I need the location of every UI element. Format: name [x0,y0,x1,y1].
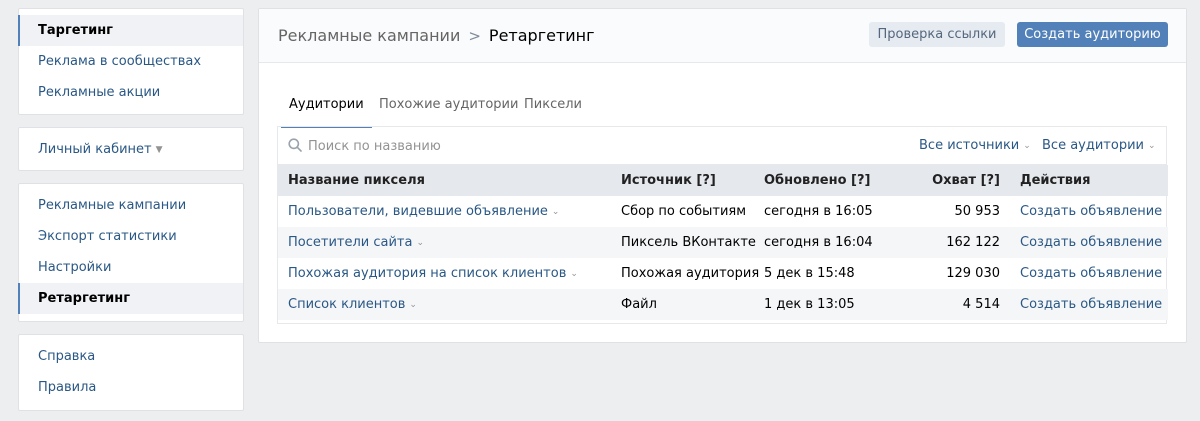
audience-name-link[interactable]: Посетители сайта [288,235,412,250]
chevron-down-icon: ⌄ [1147,141,1156,151]
audience-name-cell[interactable]: Посетители сайта ⌄ [278,227,611,258]
reach-cell: 50 953 [954,204,1001,219]
sidebar-item-targeting[interactable]: Таргетинг [18,15,243,46]
filter-bar: Все источники⌄ Все аудитории⌄ [278,127,1166,165]
create-ad-link[interactable]: Создать объявление [1020,297,1162,312]
sidebar-item-retargeting[interactable]: Ретаргетинг [18,283,243,314]
check-link-button[interactable]: Проверка ссылки [869,22,1005,47]
sidebar-item-export-stats[interactable]: Экспорт статистики [19,221,243,252]
main-panel: Рекламные кампании > Ретаргетинг Проверка … [258,8,1187,343]
reach-cell: 4 514 [894,289,1010,320]
chevron-down-icon[interactable]: ⌄ [570,269,578,279]
column-header-actions: Действия [1010,165,1168,196]
updated-cell: 5 дек в 15:48 [764,266,855,281]
sidebar: Таргетинг Реклама в сообществах Рекламны… [18,8,244,411]
create-ad-link[interactable]: Создать объявление [1020,204,1162,219]
sources-filter-label: Все источники [919,138,1020,153]
action-cell: Создать объявление [1010,289,1168,320]
sidebar-item-promotions[interactable]: Рекламные акции [19,77,243,108]
chevron-down-icon[interactable]: ⌄ [409,300,417,310]
action-cell: Создать объявление [1010,258,1168,289]
create-audience-button[interactable]: Создать аудиторию [1017,22,1168,47]
chevron-down-icon: ⌄ [1023,141,1031,151]
table-row: Пользователи, видевшие объявление ⌄ Сбор … [278,196,1168,227]
tab-pixels[interactable]: Пиксели [524,95,582,127]
breadcrumb-separator-icon: > [468,27,481,45]
audience-table-container: Все источники⌄ Все аудитории⌄ Название п… [277,126,1168,324]
audience-name-link[interactable]: Пользователи, видевшие объявление [288,204,548,219]
create-ad-link[interactable]: Создать объявление [1020,266,1162,281]
chevron-down-icon[interactable]: ⌄ [552,207,560,217]
column-header-updated[interactable]: Обновлено [?] [754,165,894,196]
breadcrumb-parent[interactable]: Рекламные кампании [278,26,460,45]
audience-name-cell[interactable]: Похожая аудитория на список клиентов ⌄ [278,258,611,289]
table-row: Список клиентов ⌄ Файл 1 дек в 13:05 4 51… [278,289,1168,320]
audience-name-link[interactable]: Похожая аудитория на список клиентов [288,266,566,281]
chevron-down-icon[interactable]: ⌄ [416,238,424,248]
reach-cell: 162 122 [894,227,1010,258]
audience-name-cell[interactable]: Пользователи, видевшие объявление ⌄ [278,196,611,227]
audiences-filter-label: Все аудитории [1042,138,1144,153]
audience-table: Название пикселя Источник [?] Обновлено … [278,165,1168,320]
table-header-row: Название пикселя Источник [?] Обновлено … [278,165,1168,196]
sidebar-item-rules[interactable]: Правила [19,372,243,403]
sidebar-section-ads: Таргетинг Реклама в сообществах Рекламны… [18,8,244,115]
table-row: Посетители сайта ⌄ Пиксель ВКонтакте сего… [278,227,1168,258]
create-ad-link[interactable]: Создать объявление [1020,235,1162,250]
sources-filter-dropdown[interactable]: Все источники ⌄ [919,138,1031,153]
audience-name-link[interactable]: Список клиентов [288,297,405,312]
sidebar-section-campaigns: Рекламные кампании Экспорт статистики На… [18,183,244,322]
search-input[interactable] [308,134,708,158]
audience-name-cell[interactable]: Список клиентов ⌄ [278,289,611,320]
search-icon [288,138,302,152]
sidebar-section-help: Справка Правила [18,334,244,411]
chevron-down-icon: ▼ [155,145,163,155]
page-header: Рекламные кампании > Ретаргетинг Проверка … [259,9,1186,63]
table-row: Похожая аудитория на список клиентов ⌄ По… [278,258,1168,289]
sidebar-item-campaigns[interactable]: Рекламные кампании [19,190,243,221]
sidebar-item-help[interactable]: Справка [19,341,243,372]
account-dropdown[interactable]: Личный кабинет ▼ [19,134,243,165]
page-title: Ретаргетинг [488,26,595,45]
audiences-filter-dropdown[interactable]: Все аудитории ⌄ [1042,138,1156,153]
updated-cell: сегодня в 16:04 [754,227,894,258]
tab-audiences[interactable]: Аудитории [281,95,372,128]
source-cell: Пиксель ВКонтакте [611,227,756,258]
sidebar-item-settings[interactable]: Настройки [19,252,243,283]
source-cell: Сбор по событиям [621,204,747,219]
column-header-reach[interactable]: Охват [?] [894,165,1010,196]
sidebar-section-account: Личный кабинет ▼ [18,127,244,171]
account-dropdown-label: Личный кабинет [38,142,152,157]
column-header-name[interactable]: Название пикселя [278,165,611,196]
source-cell: Похожая аудитория [621,266,760,281]
reach-cell: 129 030 [946,266,1000,281]
updated-cell: 1 дек в 13:05 [754,289,894,320]
action-cell: Создать объявление [1010,227,1168,258]
updated-cell: сегодня в 16:05 [764,204,873,219]
source-cell: Файл [611,289,754,320]
sidebar-item-community-ads[interactable]: Реклама в сообществах [19,46,243,77]
tab-similar-audiences[interactable]: Похожие аудитории [379,95,518,127]
breadcrumb: Рекламные кампании > Ретаргетинг [278,26,595,45]
column-header-source[interactable]: Источник [?] [611,165,754,196]
action-cell: Создать объявление [1010,196,1168,227]
